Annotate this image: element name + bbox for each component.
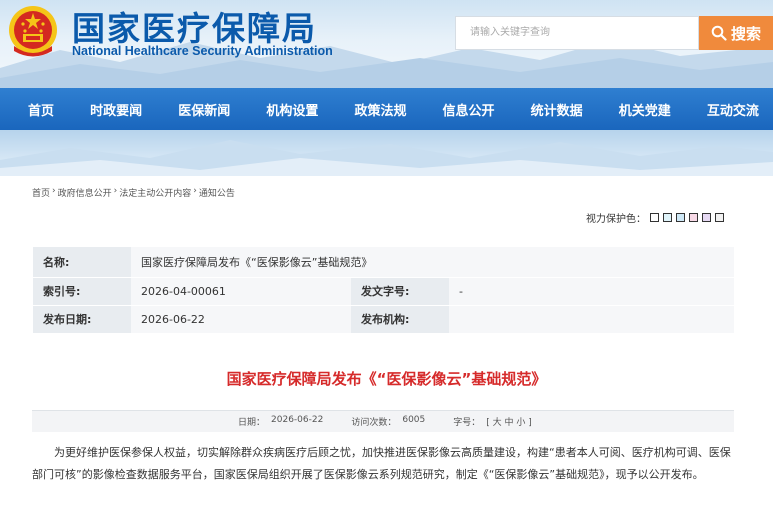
nav-item-news[interactable]: 医保新闻: [178, 100, 230, 119]
table-row: 名称: 国家医疗保障局发布《“医保影像云”基础规范》: [33, 247, 734, 278]
nav-item-home[interactable]: 首页: [28, 100, 54, 119]
index-value: 2026-04-00061: [131, 277, 351, 306]
table-row: 发布日期: 2026-06-22 发布机构:: [33, 305, 734, 334]
site-title[interactable]: 国家医疗保障局: [72, 2, 317, 50]
nav-item-statistics[interactable]: 统计数据: [531, 100, 583, 119]
breadcrumb-separator: ›: [52, 186, 56, 196]
name-value: 国家医疗保障局发布《“医保影像云”基础规范》: [131, 247, 734, 278]
search-input[interactable]: 请输入关键字查询: [455, 16, 699, 50]
index-label: 索引号:: [33, 277, 131, 306]
org-value: [449, 305, 734, 334]
swatch-light-gray[interactable]: [715, 213, 724, 222]
eye-protection-label: 视力保护色：: [586, 214, 646, 225]
breadcrumb-separator: ›: [193, 186, 197, 196]
article-title: 国家医疗保障局发布《“医保影像云”基础规范》: [226, 370, 547, 388]
meta-visits: 访问次数： 6005: [351, 415, 425, 428]
article-meta-bar: 日期： 2026-06-22 访问次数： 6005 字号： [ 大 中 小 ]: [32, 410, 734, 432]
name-label: 名称:: [33, 247, 131, 278]
nav-item-party-building[interactable]: 机关党建: [619, 100, 671, 119]
nav-item-interaction[interactable]: 互动交流: [707, 100, 759, 119]
search-icon: [711, 25, 727, 41]
swatch-light-blue[interactable]: [676, 213, 685, 222]
search-button-label: 搜索: [730, 24, 761, 43]
site-subtitle: National Healthcare Security Administrat…: [72, 44, 333, 58]
swatch-light-purple[interactable]: [702, 213, 711, 222]
nav-item-policies[interactable]: 政策法规: [354, 100, 406, 119]
swatch-white[interactable]: [650, 213, 659, 222]
breadcrumb-gov-info[interactable]: 政府信息公开: [58, 186, 112, 199]
date-value: 2026-06-22: [131, 305, 351, 334]
meta-font-size: 字号： [ 大 中 小 ]: [453, 415, 531, 428]
site-header: 国家医疗保障局 National Healthcare Security Adm…: [0, 0, 773, 88]
main-nav: 首页 时政要闻 医保新闻 机构设置 政策法规 信息公开 统计数据 机关党建 互动…: [0, 88, 773, 130]
banner-mountains: [0, 140, 773, 176]
document-info-table: 名称: 国家医疗保障局发布《“医保影像云”基础规范》 索引号: 2026-04-…: [33, 247, 734, 334]
meta-date: 日期： 2026-06-22: [238, 415, 323, 428]
doc-no-value: -: [449, 277, 734, 306]
doc-no-label: 发文字号:: [351, 277, 449, 306]
meta-font-label: 字号：: [453, 418, 481, 428]
eye-protection-selector: 视力保护色：: [586, 210, 724, 225]
breadcrumb: 首页 › 政府信息公开 › 法定主动公开内容 › 通知公告: [32, 186, 235, 199]
national-emblem-icon: [9, 6, 57, 57]
meta-visits-value: 6005: [402, 415, 426, 425]
article-body: 为更好维护医保参保人权益，切实解除群众疾病医疗后顾之忧，加快推进医保影像云高质量…: [32, 446, 731, 481]
table-row: 索引号: 2026-04-00061 发文字号: -: [33, 277, 734, 306]
nav-item-current-affairs[interactable]: 时政要闻: [90, 100, 142, 119]
meta-visits-label: 访问次数：: [351, 418, 397, 428]
breadcrumb-notices[interactable]: 通知公告: [199, 186, 235, 199]
nav-item-organization[interactable]: 机构设置: [266, 100, 318, 119]
search-button[interactable]: 搜索: [699, 16, 773, 50]
breadcrumb-statutory[interactable]: 法定主动公开内容: [119, 186, 191, 199]
swatch-light-pink[interactable]: [689, 213, 698, 222]
nav-item-info-disclosure[interactable]: 信息公开: [443, 100, 495, 119]
banner-image: [0, 130, 773, 176]
font-size-options[interactable]: [ 大 中 小 ]: [486, 415, 531, 428]
meta-date-value: 2026-06-22: [271, 415, 324, 425]
breadcrumb-separator: ›: [113, 186, 118, 196]
date-label: 发布日期:: [33, 305, 131, 334]
meta-date-label: 日期：: [238, 418, 266, 428]
breadcrumb-home[interactable]: 首页: [32, 186, 50, 199]
org-label: 发布机构:: [351, 305, 449, 334]
swatch-light-cyan[interactable]: [663, 213, 672, 222]
